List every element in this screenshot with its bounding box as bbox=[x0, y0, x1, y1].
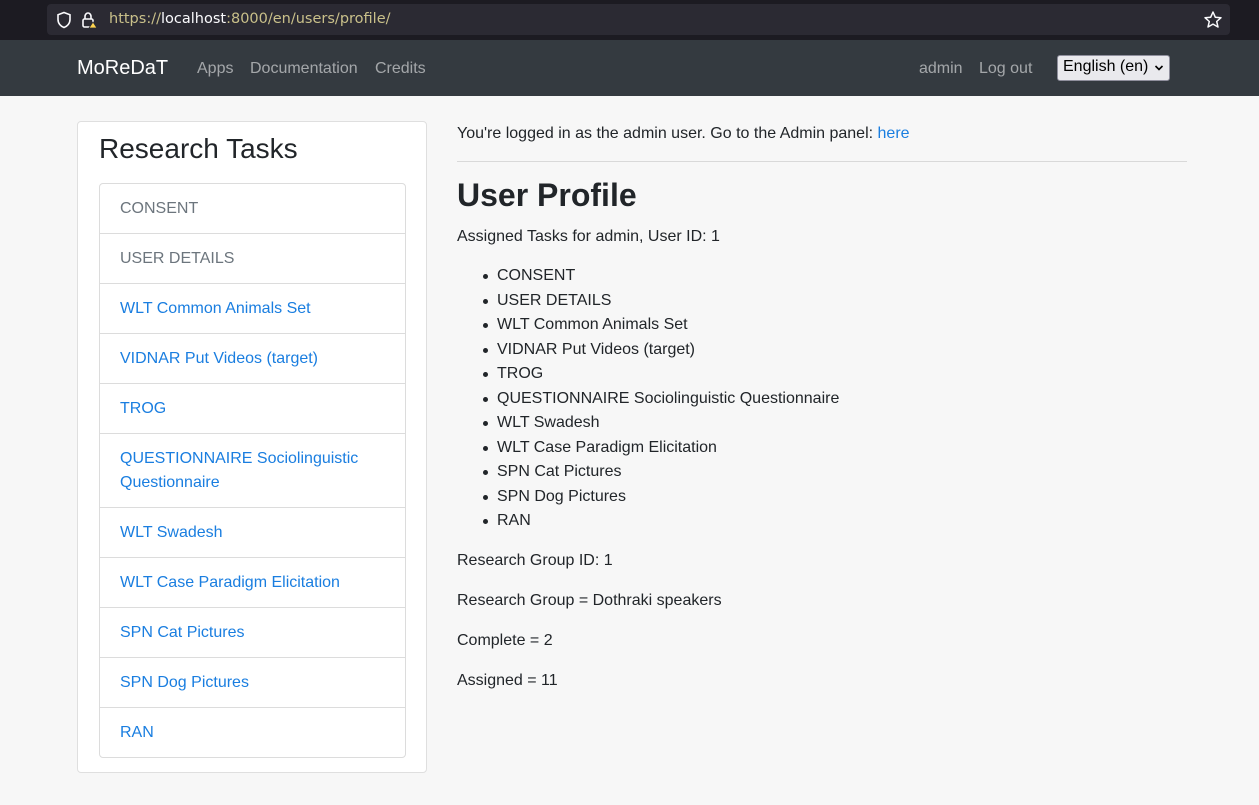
task-list: CONSENT USER DETAILS WLT Common Animals Se… bbox=[99, 183, 406, 758]
task-item[interactable]: SPN Cat Pictures bbox=[100, 607, 405, 657]
logout-link[interactable]: Log out bbox=[979, 60, 1032, 78]
page-title: User Profile bbox=[457, 177, 637, 213]
assigned-task-item: CONSENT bbox=[482, 264, 839, 289]
login-note-text: You're logged in as the admin user. Go t… bbox=[457, 125, 878, 142]
task-item[interactable]: WLT Common Animals Set bbox=[100, 283, 405, 333]
task-item: USER DETAILS bbox=[100, 233, 405, 283]
chevron-down-icon bbox=[1154, 65, 1164, 71]
assigned-task-item: WLT Case Paradigm Elicitation bbox=[482, 436, 839, 461]
nav-link-user[interactable]: admin bbox=[919, 60, 963, 78]
research-group: Research Group = Dothraki speakers bbox=[457, 592, 722, 609]
task-item[interactable]: SPN Dog Pictures bbox=[100, 657, 405, 707]
assigned-count: Assigned = 11 bbox=[457, 672, 558, 689]
research-group-id: Research Group ID: 1 bbox=[457, 552, 613, 569]
research-tasks-title: Research Tasks bbox=[99, 133, 298, 164]
bookmark-star-icon[interactable] bbox=[1203, 10, 1223, 30]
brand-logo[interactable]: MoReDaT bbox=[77, 57, 168, 80]
url-text[interactable]: https://localhost:8000/en/users/profile/ bbox=[109, 11, 391, 27]
language-select-value: English (en) bbox=[1063, 58, 1149, 75]
url-bar[interactable]: https://localhost:8000/en/users/profile/ bbox=[47, 4, 1230, 35]
task-item[interactable]: VIDNAR Put Videos (target) bbox=[100, 333, 405, 383]
task-item[interactable]: QUESTIONNAIRE Sociolinguistic Questionna… bbox=[100, 433, 405, 507]
complete-count: Complete = 2 bbox=[457, 632, 553, 649]
assigned-task-item: TROG bbox=[482, 362, 839, 387]
task-item[interactable]: TROG bbox=[100, 383, 405, 433]
nav-link-credits[interactable]: Credits bbox=[375, 60, 426, 78]
assigned-task-item: SPN Dog Pictures bbox=[482, 485, 839, 510]
assigned-tasks-heading: Assigned Tasks for admin, User ID: 1 bbox=[457, 228, 720, 245]
assigned-tasks-list: CONSENT USER DETAILS WLT Common Animals Se… bbox=[482, 264, 839, 534]
task-item[interactable]: RAN bbox=[100, 707, 405, 757]
assigned-task-item: RAN bbox=[482, 509, 839, 534]
task-item[interactable]: WLT Swadesh bbox=[100, 507, 405, 557]
browser-toolbar: https://localhost:8000/en/users/profile/ bbox=[0, 0, 1259, 40]
assigned-task-item: SPN Cat Pictures bbox=[482, 460, 839, 485]
admin-panel-link[interactable]: here bbox=[878, 125, 910, 142]
research-tasks-card: Research Tasks CONSENT USER DETAILS WLT Co… bbox=[77, 121, 427, 773]
url-path: :8000/en/users/profile/ bbox=[226, 11, 391, 27]
url-protocol: https:// bbox=[109, 11, 161, 27]
assigned-task-item: VIDNAR Put Videos (target) bbox=[482, 338, 839, 363]
nav-link-documentation[interactable]: Documentation bbox=[250, 60, 358, 78]
assigned-task-item: WLT Common Animals Set bbox=[482, 313, 839, 338]
assigned-task-item: QUESTIONNAIRE Sociolinguistic Questionna… bbox=[482, 387, 839, 412]
task-item[interactable]: WLT Case Paradigm Elicitation bbox=[100, 557, 405, 607]
language-select[interactable]: English (en) bbox=[1057, 55, 1170, 81]
nav-link-apps[interactable]: Apps bbox=[197, 60, 233, 78]
assigned-task-item: WLT Swadesh bbox=[482, 411, 839, 436]
assigned-task-item: USER DETAILS bbox=[482, 289, 839, 314]
url-host: localhost bbox=[160, 11, 227, 27]
divider bbox=[457, 161, 1187, 162]
shield-icon[interactable] bbox=[55, 11, 73, 29]
task-item: CONSENT bbox=[120, 200, 199, 217]
login-note: You're logged in as the admin user. Go t… bbox=[457, 125, 910, 143]
lock-icon[interactable] bbox=[80, 11, 98, 29]
navbar: MoReDaT Apps Documentation Credits admin… bbox=[0, 40, 1259, 96]
